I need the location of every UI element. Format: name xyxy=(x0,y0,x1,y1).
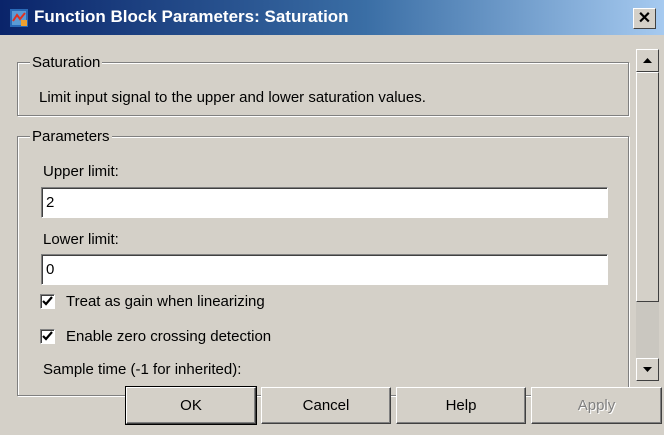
sample-time-label: Sample time (-1 for inherited): xyxy=(43,361,242,378)
checkmark-icon xyxy=(42,296,53,306)
upper-limit-input[interactable] xyxy=(41,187,608,218)
title-bar[interactable]: Function Block Parameters: Saturation ✕ xyxy=(0,0,664,35)
lower-limit-label: Lower limit: xyxy=(43,231,119,248)
arrow-up-icon xyxy=(643,58,652,63)
cancel-button-label: Cancel xyxy=(302,397,350,414)
upper-limit-label: Upper limit: xyxy=(43,163,119,180)
dialog-content: Saturation Limit input signal to the upp… xyxy=(0,35,664,396)
scroll-up-button[interactable] xyxy=(636,49,659,72)
scroll-thumb[interactable] xyxy=(636,72,659,302)
parameters-legend: Parameters xyxy=(30,128,112,145)
treat-as-gain-label[interactable]: Treat as gain when linearizing xyxy=(66,293,265,310)
treat-as-gain-checkbox[interactable] xyxy=(40,294,55,309)
help-button[interactable]: Help xyxy=(396,387,526,424)
block-description: Limit input signal to the upper and lowe… xyxy=(39,89,426,106)
checkmark-icon xyxy=(42,331,53,341)
apply-button[interactable]: Apply xyxy=(531,387,662,424)
vertical-scrollbar[interactable] xyxy=(636,49,659,381)
close-icon: ✕ xyxy=(637,10,652,27)
zero-crossing-label[interactable]: Enable zero crossing detection xyxy=(66,328,271,345)
description-legend: Saturation xyxy=(30,54,103,71)
help-button-label: Help xyxy=(445,397,477,414)
simulink-block-icon xyxy=(10,9,28,27)
zero-crossing-checkbox[interactable] xyxy=(40,329,55,344)
lower-limit-input[interactable] xyxy=(41,254,608,285)
scroll-down-button[interactable] xyxy=(636,358,659,381)
apply-button-label: Apply xyxy=(577,397,616,414)
arrow-down-icon xyxy=(643,367,652,372)
close-button[interactable]: ✕ xyxy=(633,8,656,29)
cancel-button[interactable]: Cancel xyxy=(261,387,391,424)
scroll-track[interactable] xyxy=(636,302,659,358)
ok-button-label: OK xyxy=(180,397,202,414)
window-title: Function Block Parameters: Saturation xyxy=(34,7,349,26)
ok-button[interactable]: OK xyxy=(125,386,257,425)
